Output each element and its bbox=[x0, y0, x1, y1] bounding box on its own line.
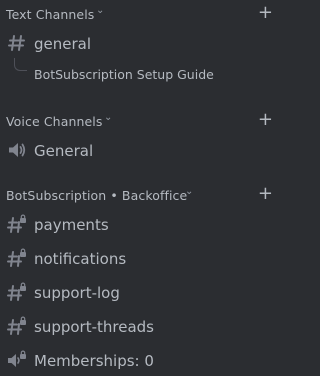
speaker-icon bbox=[9, 143, 26, 157]
channel-general[interactable]: general bbox=[0, 30, 280, 58]
category-text-channels[interactable]: Text Channels ⌄ + bbox=[0, 3, 280, 24]
locked-hash-icon bbox=[7, 214, 26, 233]
channel-support-log[interactable]: support-log bbox=[0, 279, 280, 307]
add-channel-icon[interactable]: + bbox=[258, 110, 273, 130]
channel-name: payments bbox=[34, 216, 109, 234]
category-voice-channels[interactable]: Voice Channels ⌄ + bbox=[0, 110, 280, 131]
add-channel-icon[interactable]: + bbox=[258, 3, 273, 23]
thread-setup-guide[interactable]: BotSubscription Setup Guide bbox=[0, 58, 280, 88]
chevron-down-icon: ⌄ bbox=[96, 5, 105, 16]
channel-name: Memberships: 0 bbox=[34, 352, 154, 370]
channel-name: general bbox=[34, 35, 92, 53]
thread-name: BotSubscription Setup Guide bbox=[34, 67, 214, 82]
channel-name: General bbox=[34, 142, 94, 160]
add-channel-icon[interactable]: + bbox=[258, 184, 273, 204]
locked-hash-icon bbox=[7, 316, 26, 335]
category-label: Voice Channels bbox=[6, 114, 103, 129]
chevron-down-icon: ⌄ bbox=[185, 186, 194, 197]
thread-spine bbox=[14, 58, 27, 71]
category-backoffice[interactable]: BotSubscription • Backoffice ⌄ + bbox=[0, 184, 280, 205]
channel-name: support-log bbox=[34, 284, 120, 302]
channel-support-threads[interactable]: support-threads bbox=[0, 313, 280, 341]
category-label: BotSubscription • Backoffice bbox=[6, 188, 188, 203]
chevron-down-icon: ⌄ bbox=[104, 112, 113, 123]
category-label: Text Channels bbox=[6, 7, 95, 22]
hash-icon bbox=[8, 35, 25, 51]
channel-name: support-threads bbox=[34, 318, 154, 336]
voice-channel-general[interactable]: General bbox=[0, 137, 280, 165]
channel-payments[interactable]: payments bbox=[0, 211, 280, 239]
locked-hash-icon bbox=[7, 248, 26, 267]
voice-channel-memberships[interactable]: Memberships: 0 bbox=[0, 347, 280, 375]
locked-hash-icon bbox=[7, 282, 26, 301]
channel-name: notifications bbox=[34, 250, 127, 268]
channel-notifications[interactable]: notifications bbox=[0, 245, 280, 273]
locked-speaker-icon bbox=[8, 350, 26, 367]
